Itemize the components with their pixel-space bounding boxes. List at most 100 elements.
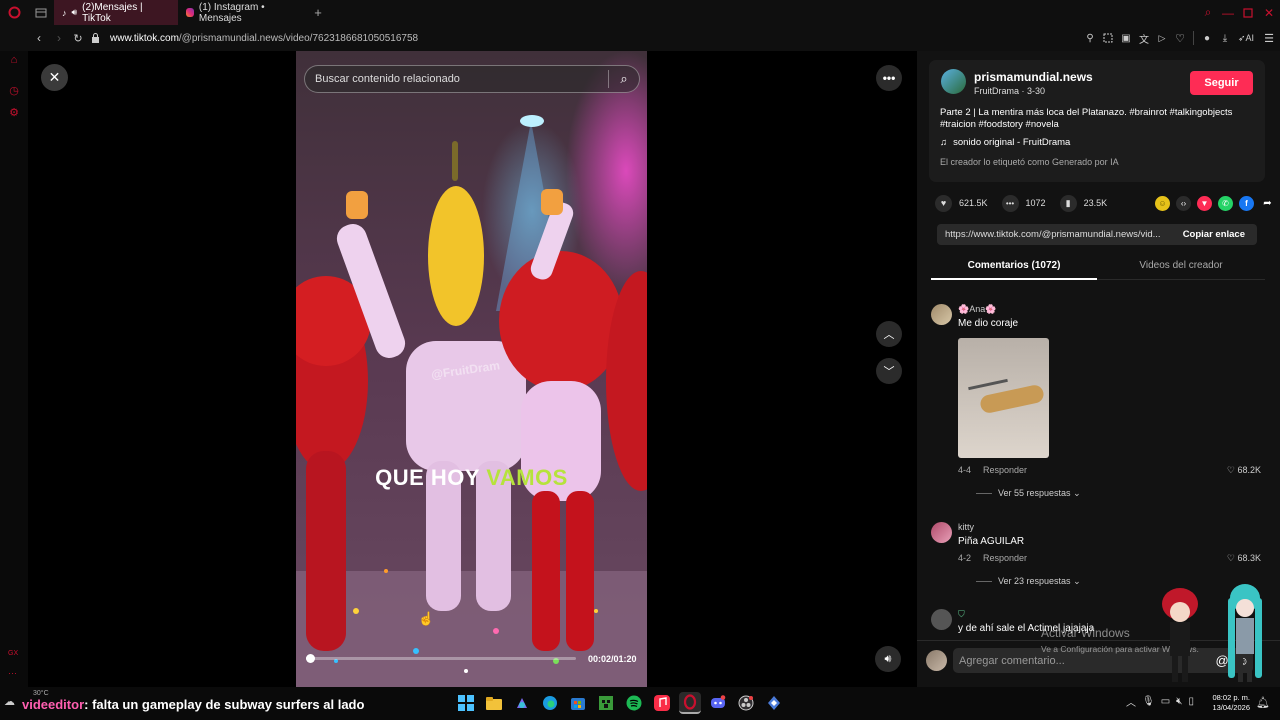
- user-avatar[interactable]: [926, 650, 947, 671]
- discord-icon[interactable]: [707, 692, 729, 714]
- volume-icon: 🔊︎: [884, 652, 892, 665]
- tab-creator-videos[interactable]: Videos del creador: [1097, 254, 1265, 280]
- commenter-avatar[interactable]: [931, 609, 952, 630]
- search-tabs-icon[interactable]: ⌕: [1198, 5, 1218, 20]
- search-icon[interactable]: ⌕: [609, 71, 639, 87]
- reply-button[interactable]: Responder: [983, 465, 1027, 475]
- profile-icon[interactable]: ●: [1198, 33, 1216, 44]
- reload-icon[interactable]: ↻: [68, 32, 88, 45]
- close-video-button[interactable]: ✕: [41, 64, 68, 91]
- view-replies-button[interactable]: Ver 55 respuestas ⌄: [976, 488, 1081, 499]
- tray-chevron-icon[interactable]: ︿: [1126, 694, 1136, 709]
- clock[interactable]: 08:02 p. m. 13/04/2026: [1202, 693, 1250, 713]
- link-box: https://www.tiktok.com/@prismamundial.ne…: [937, 224, 1257, 245]
- minimize-icon[interactable]: —: [1218, 6, 1238, 20]
- new-tab-plus-icon[interactable]: +: [308, 0, 328, 25]
- minecraft-icon[interactable]: [595, 692, 617, 714]
- obs-icon[interactable]: [735, 692, 757, 714]
- mute-button[interactable]: 🔊︎: [875, 646, 901, 672]
- heart-icon[interactable]: ♡: [1171, 32, 1189, 45]
- forward-icon[interactable]: ›: [50, 31, 68, 45]
- commenter-name[interactable]: 🌸Ana🌸: [958, 304, 996, 315]
- opera-logo-icon[interactable]: [0, 0, 28, 25]
- app-icon[interactable]: [763, 692, 785, 714]
- edge-icon[interactable]: [539, 692, 561, 714]
- reply-button[interactable]: Responder: [983, 553, 1027, 563]
- comment-image[interactable]: [958, 338, 1049, 458]
- share-arrow-icon[interactable]: ➦: [1260, 196, 1275, 211]
- workspaces-icon[interactable]: [28, 0, 54, 25]
- embed-icon[interactable]: ‹›: [1176, 195, 1191, 211]
- tab-tiktok[interactable]: ♪ 🔊︎ (2)Mensajes | TikTok: [54, 0, 178, 25]
- music-app-icon[interactable]: [651, 692, 673, 714]
- share-friends-icon[interactable]: ▼: [1197, 195, 1212, 211]
- commenter-avatar[interactable]: [931, 304, 952, 325]
- maximize-icon[interactable]: [1238, 7, 1258, 18]
- volume-mute-icon[interactable]: 🔇︎: [1176, 696, 1182, 707]
- save-button[interactable]: ▮ 23.5K: [1059, 194, 1107, 212]
- commenter-avatar[interactable]: [931, 522, 952, 543]
- creator-avatar[interactable]: [941, 69, 966, 94]
- progress-handle[interactable]: [306, 654, 315, 663]
- more-options-button[interactable]: •••: [876, 65, 902, 91]
- spotify-icon[interactable]: [623, 692, 645, 714]
- previous-video-button[interactable]: ︿: [876, 321, 902, 347]
- facebook-icon[interactable]: f: [1239, 195, 1254, 211]
- aria-ai-icon[interactable]: ➶ AI: [1234, 33, 1258, 44]
- comment-button[interactable]: ••• 1072: [1001, 194, 1046, 212]
- follow-button[interactable]: Seguir: [1190, 71, 1253, 95]
- next-video-button[interactable]: ﹀: [876, 358, 902, 384]
- gx-badge[interactable]: GX: [8, 650, 18, 657]
- wallet-icon[interactable]: ⌂: [7, 53, 21, 67]
- network-icon[interactable]: ▭: [1161, 696, 1170, 707]
- comment-text: Piña AGUILAR: [958, 536, 1025, 547]
- commenter-name[interactable]: kitty: [958, 522, 974, 532]
- opera-gx-taskbar-icon[interactable]: [679, 692, 701, 714]
- copy-link-button[interactable]: Copiar enlace: [1171, 229, 1257, 240]
- progress-bar[interactable]: [306, 654, 576, 663]
- microphone-icon[interactable]: 🎙︎: [1142, 696, 1155, 707]
- comment-text: Me dio coraje: [958, 318, 1019, 329]
- video-link[interactable]: https://www.tiktok.com/@prismamundial.ne…: [937, 229, 1171, 240]
- copilot-icon[interactable]: [511, 692, 533, 714]
- more-icon[interactable]: ···: [8, 668, 17, 678]
- comment-like-button[interactable]: ♡ 68.2K: [1227, 465, 1261, 476]
- tiktok-icon: ♪: [62, 7, 67, 18]
- close-window-icon[interactable]: ✕: [1258, 6, 1280, 20]
- store-icon[interactable]: [567, 692, 589, 714]
- video-player[interactable]: @FruitDram Buscar contenido relacionado …: [296, 51, 647, 687]
- creator-subtitle: FruitDrama · 3-30: [974, 86, 1046, 96]
- creator-name[interactable]: prismamundial.news: [974, 70, 1093, 84]
- like-button[interactable]: ♥ 621.5K: [935, 194, 988, 212]
- settings-gear-icon[interactable]: ⚙: [7, 105, 21, 119]
- cube-icon[interactable]: ▣: [1117, 33, 1135, 44]
- speaker-icon[interactable]: 🔊︎: [72, 7, 78, 18]
- file-explorer-icon[interactable]: [483, 692, 505, 714]
- whatsapp-icon[interactable]: ✆: [1218, 195, 1233, 211]
- view-replies-button[interactable]: Ver 23 respuestas ⌄: [976, 576, 1081, 587]
- windows-start-icon[interactable]: [455, 692, 477, 714]
- comment-like-button[interactable]: ♡ 68.3K: [1227, 553, 1261, 564]
- history-icon[interactable]: ◷: [7, 83, 21, 97]
- snapshot-icon[interactable]: [1099, 33, 1117, 43]
- like-count: 621.5K: [959, 198, 988, 208]
- sound-link[interactable]: ♫ sonido original - FruitDrama: [940, 137, 1070, 148]
- battery-icon[interactable]: ▯: [1188, 696, 1194, 707]
- coin-icon[interactable]: ☺: [1155, 195, 1170, 211]
- tab-label: (2)Mensajes | TikTok: [82, 1, 143, 24]
- menu-icon[interactable]: ☰: [1258, 32, 1280, 45]
- notifications-icon[interactable]: 🔔︎: [1256, 696, 1270, 709]
- translate-icon[interactable]: 文: [1135, 31, 1153, 46]
- tab-instagram[interactable]: (1) Instagram • Mensajes: [178, 0, 304, 25]
- tab-comments[interactable]: Comentarios (1072): [931, 254, 1097, 280]
- related-search-input[interactable]: Buscar contenido relacionado: [315, 73, 608, 85]
- weather-widget[interactable]: ☁: [4, 692, 22, 710]
- related-search-bar[interactable]: Buscar contenido relacionado ⌕: [304, 65, 640, 93]
- url-field[interactable]: www.tiktok.com/@prismamundial.news/video…: [110, 33, 418, 44]
- pin-icon[interactable]: ⚲: [1081, 33, 1099, 44]
- download-icon[interactable]: ⤓: [1216, 33, 1234, 44]
- lock-icon[interactable]: [88, 33, 102, 43]
- back-icon[interactable]: ‹: [28, 31, 50, 45]
- play-icon[interactable]: ▷: [1153, 33, 1171, 44]
- url-path: /@prismamundial.news/video/7623186681050…: [178, 32, 419, 44]
